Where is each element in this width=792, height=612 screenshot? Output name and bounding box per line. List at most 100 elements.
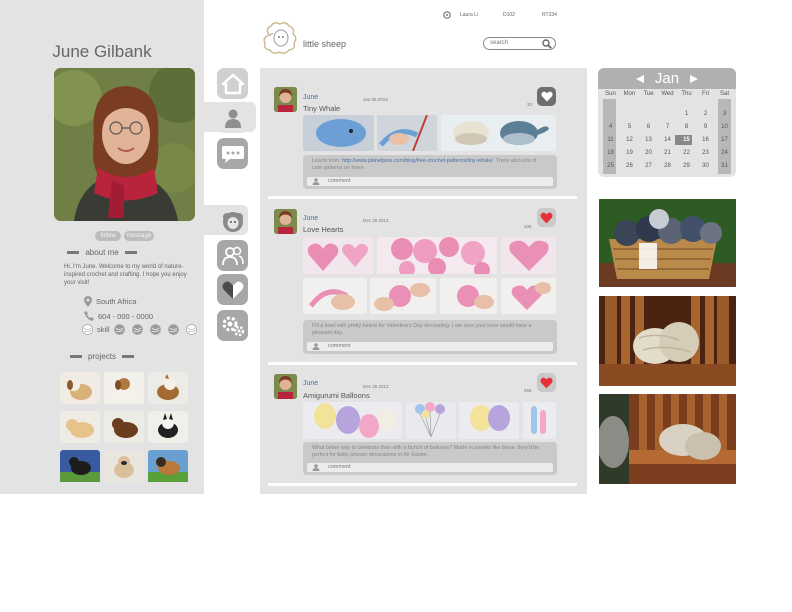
nav-favorites-button[interactable]: [217, 274, 248, 305]
search-icon[interactable]: [542, 39, 552, 49]
yarn-basket-image[interactable]: [599, 199, 736, 287]
yarn-skeins-chair-image[interactable]: [599, 296, 736, 386]
post-photo[interactable]: [501, 237, 556, 274]
calendar-day[interactable]: 11: [601, 136, 620, 144]
comment-input[interactable]: comment: [307, 463, 553, 472]
calendar-day[interactable]: 21: [658, 149, 677, 157]
favorites-icon: [222, 281, 243, 299]
location-text: South Africa: [96, 297, 137, 306]
header-user-code[interactable]: RT334: [542, 12, 557, 18]
user-settings-icon[interactable]: [443, 11, 451, 19]
post-author-avatar[interactable]: [274, 87, 297, 112]
search-placeholder: search: [490, 40, 509, 46]
nav-friends-button[interactable]: [217, 240, 248, 271]
comment-input[interactable]: comment: [307, 342, 553, 351]
post-photo[interactable]: [459, 402, 519, 439]
calendar-day[interactable]: 22: [677, 149, 696, 157]
post-photo[interactable]: [370, 278, 436, 314]
post-date: Dec 25 2013: [363, 384, 389, 389]
calendar-day[interactable]: 1: [677, 110, 696, 118]
calendar-day[interactable]: 5: [620, 123, 639, 131]
nav-sheep-button[interactable]: [217, 205, 248, 236]
calendar-day[interactable]: 6: [639, 123, 658, 131]
project-thumb-beagle[interactable]: [60, 372, 100, 404]
post-photo[interactable]: [377, 237, 497, 274]
calendar-day[interactable]: 19: [620, 149, 639, 157]
calendar-day[interactable]: 30: [696, 162, 715, 170]
follow-button[interactable]: follow: [95, 231, 121, 241]
post-author-avatar[interactable]: [274, 374, 297, 399]
post-photo[interactable]: [441, 115, 556, 151]
calendar-day[interactable]: 26: [620, 162, 639, 170]
calendar-day[interactable]: 18: [601, 149, 620, 157]
like-button[interactable]: [537, 373, 556, 392]
post-title[interactable]: Amigurumi Balloons: [303, 391, 370, 400]
message-button[interactable]: message: [124, 231, 154, 241]
calendar-day[interactable]: 4: [601, 123, 620, 131]
calendar-day[interactable]: 23: [696, 149, 715, 157]
post-title[interactable]: Tiny Whale: [303, 104, 340, 113]
calendar-day[interactable]: 13: [639, 136, 658, 144]
calendar-next-arrow-icon[interactable]: [690, 75, 698, 83]
project-thumb-black-dog[interactable]: [60, 450, 100, 482]
calendar-day[interactable]: 27: [639, 162, 658, 170]
caption-link[interactable]: http://www.planetjune.com/blog/free-croc…: [342, 158, 493, 164]
post-photo[interactable]: [303, 115, 374, 151]
post-photo[interactable]: [406, 402, 456, 439]
post-photo[interactable]: [303, 237, 374, 274]
calendar-day[interactable]: 9: [696, 123, 715, 131]
logo-text[interactable]: little sheep: [303, 39, 346, 49]
like-button[interactable]: [537, 87, 556, 106]
sheep-logo-icon[interactable]: [261, 21, 299, 56]
post-author-name[interactable]: June: [303, 380, 318, 387]
post-title[interactable]: Love Hearts: [303, 225, 343, 234]
calendar-day[interactable]: 2: [696, 110, 715, 118]
project-thumb-pug[interactable]: [104, 450, 144, 482]
post-author-name[interactable]: June: [303, 94, 318, 101]
calendar-day[interactable]: 10: [715, 123, 734, 131]
calendar-day[interactable]: 7: [658, 123, 677, 131]
calendar-day[interactable]: 3: [715, 110, 734, 118]
nav-profile-button[interactable]: [217, 102, 248, 133]
search-input[interactable]: search: [483, 37, 556, 50]
post-photo[interactable]: [303, 278, 367, 314]
post-photo[interactable]: [377, 115, 437, 151]
post-photo[interactable]: [303, 402, 402, 439]
feed-panel: June Jan 08 2013 Tiny Whale 33 Learnt fr…: [260, 68, 587, 494]
calendar-day[interactable]: 16: [696, 136, 715, 144]
project-thumb-chocolate[interactable]: [104, 411, 144, 443]
calendar-day[interactable]: 12: [620, 136, 639, 144]
calendar-day[interactable]: 14: [658, 136, 677, 144]
yarn-bench-image[interactable]: [599, 394, 736, 484]
project-thumb-dog-brown[interactable]: [104, 372, 144, 404]
like-button[interactable]: [537, 208, 556, 227]
calendar-day[interactable]: 29: [677, 162, 696, 170]
calendar-day[interactable]: 28: [658, 162, 677, 170]
project-thumb-shepherd[interactable]: [148, 450, 188, 482]
post-photo[interactable]: [501, 278, 556, 314]
calendar-weekday: Mon: [623, 91, 636, 97]
nav-messages-button[interactable]: [217, 138, 248, 169]
calendar-day[interactable]: 24: [715, 149, 734, 157]
header-user-name[interactable]: Laura Li: [460, 12, 478, 18]
friends-icon: [221, 246, 244, 265]
post-photo[interactable]: [440, 278, 497, 314]
calendar-day[interactable]: 31: [715, 162, 734, 170]
nav-home-button[interactable]: [217, 68, 248, 99]
calendar-day[interactable]: 8: [677, 123, 696, 131]
comment-input[interactable]: comment: [307, 177, 553, 186]
post-photo[interactable]: [523, 402, 556, 439]
project-thumb-golden[interactable]: [60, 411, 100, 443]
project-thumb-terrier[interactable]: [148, 411, 188, 443]
post-author-avatar[interactable]: [274, 209, 297, 234]
header-user-room[interactable]: D102: [503, 12, 515, 18]
calendar-prev-arrow-icon[interactable]: [636, 75, 644, 83]
post-author-name[interactable]: June: [303, 215, 318, 222]
calendar-day[interactable]: 17: [715, 136, 734, 144]
user-icon: [312, 343, 320, 350]
nav-settings-button[interactable]: [217, 310, 248, 341]
calendar-day[interactable]: 20: [639, 149, 658, 157]
calendar-day-today[interactable]: 15: [677, 136, 696, 144]
project-thumb-collie[interactable]: [148, 372, 188, 404]
calendar-day[interactable]: 25: [601, 162, 620, 170]
